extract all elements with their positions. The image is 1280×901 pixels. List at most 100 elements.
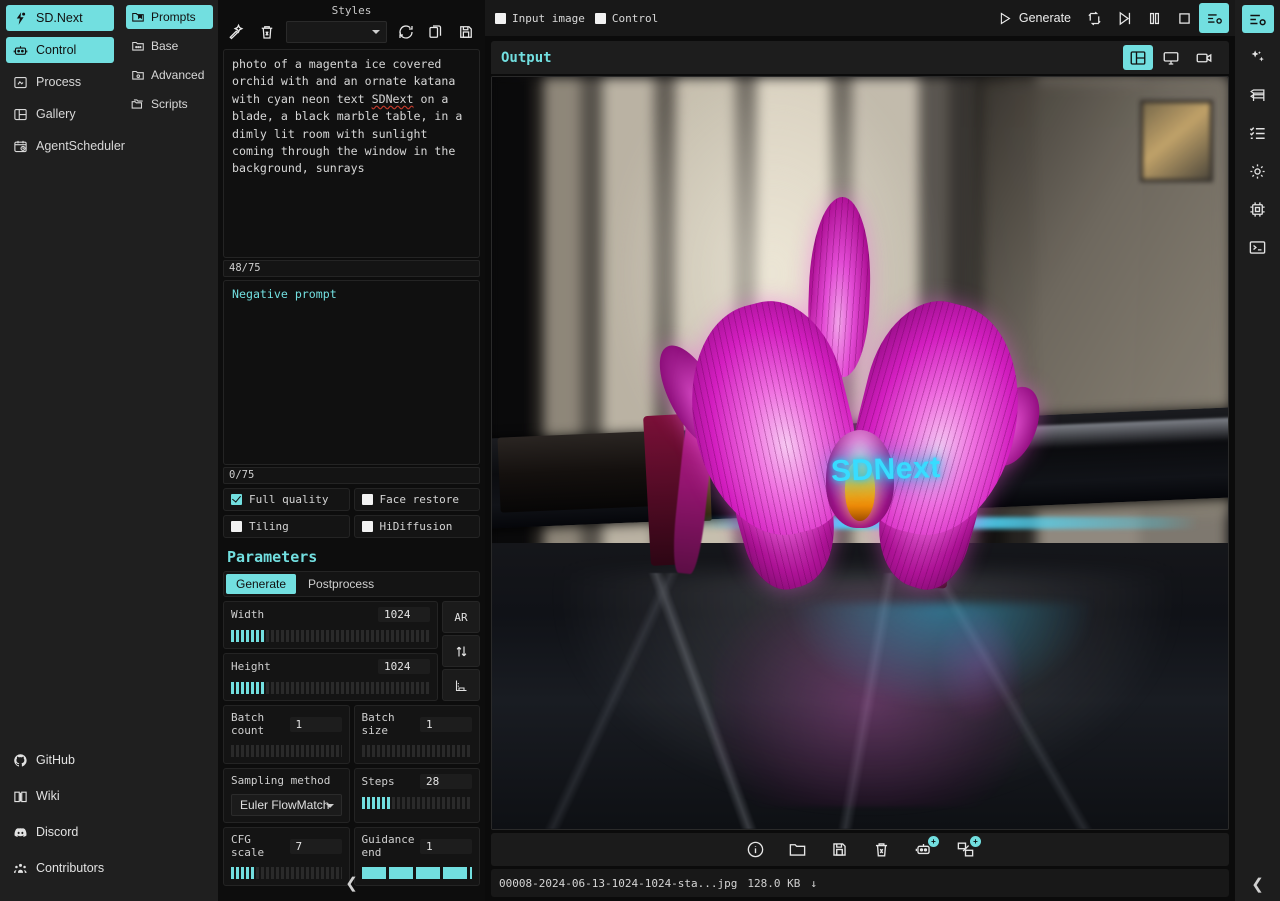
slider-steps[interactable]: Steps 28: [353, 768, 480, 823]
slider-batch-count[interactable]: Batch count 1: [223, 705, 350, 764]
copy-icon[interactable]: [425, 21, 447, 43]
rail-extras-button[interactable]: [1242, 43, 1274, 71]
magic-wand-icon[interactable]: [226, 21, 248, 43]
save-icon: [830, 840, 849, 859]
slider-value[interactable]: 1024: [378, 659, 430, 674]
rail-checklist-button[interactable]: [1242, 119, 1274, 147]
rail-console-button[interactable]: [1242, 233, 1274, 261]
slider-width[interactable]: Width 1024: [223, 601, 438, 649]
calendar-clock-icon: [12, 138, 28, 154]
checkbox-tiling[interactable]: Tiling: [223, 515, 350, 538]
checkbox-hidiffusion[interactable]: HiDiffusion: [353, 515, 480, 538]
subnav-item-prompts[interactable]: Prompts: [126, 5, 213, 29]
trash-icon[interactable]: [256, 21, 278, 43]
output-file-name[interactable]: 00008-2024-06-13-1024-1024-sta...jpg: [499, 877, 737, 890]
subnav-item-scripts[interactable]: Scripts: [126, 92, 213, 116]
aspect-ratio-button[interactable]: AR: [442, 601, 480, 633]
subnav-item-label: Base: [151, 39, 179, 53]
slider-track[interactable]: [231, 630, 430, 642]
skip-icon: [1116, 10, 1133, 27]
slider-batch-size[interactable]: Batch size 1: [353, 705, 480, 764]
image-info-button[interactable]: [744, 839, 766, 861]
send-to-control-button[interactable]: +: [912, 835, 939, 861]
settings-sliders-icon: [1206, 10, 1223, 27]
save-icon[interactable]: [455, 21, 477, 43]
slider-value[interactable]: 1: [420, 838, 472, 854]
sidebar-item-gallery[interactable]: Gallery: [6, 101, 114, 127]
subnav-item-base[interactable]: Base: [126, 34, 213, 58]
swap-arrows-icon: [454, 644, 469, 659]
pause-button[interactable]: [1139, 3, 1169, 33]
checkbox-input-image[interactable]: Input image: [495, 12, 585, 25]
collapse-right-panel-button[interactable]: ❮: [1235, 875, 1280, 893]
checkbox-face-restore[interactable]: Face restore: [353, 488, 480, 511]
image-delete-button[interactable]: [870, 839, 892, 861]
rail-models-button[interactable]: [1242, 81, 1274, 109]
sidebar-item-label: Gallery: [36, 107, 76, 121]
gallery-icon: [12, 106, 28, 122]
gear-icon: [1248, 162, 1267, 181]
collapse-left-panel-button[interactable]: ❮: [218, 865, 485, 901]
image-save-button[interactable]: [828, 839, 850, 861]
left-sidebar: SD.Next Control Process Gallery AgentSch…: [0, 0, 125, 901]
tab-postprocess[interactable]: Postprocess: [298, 574, 384, 594]
checkbox-label: Control: [611, 11, 659, 25]
sidebar-item-contributors[interactable]: Contributors: [6, 855, 114, 881]
sidebar-item-process[interactable]: Process: [6, 69, 114, 95]
reprocess-button[interactable]: [1079, 3, 1109, 33]
slider-track[interactable]: [231, 682, 430, 694]
output-header: Output: [491, 41, 1229, 74]
subnav-item-advanced[interactable]: Advanced: [126, 63, 213, 87]
slider-label: Guidance end: [361, 833, 415, 859]
checkbox-control[interactable]: Control: [594, 11, 659, 25]
sidebar-item-wiki[interactable]: Wiki: [6, 783, 114, 809]
prompt-token-counter: 48/75: [223, 260, 480, 277]
resolution-preset-button[interactable]: [442, 669, 480, 701]
slider-track[interactable]: [231, 745, 342, 757]
rail-settings-sliders-button[interactable]: [1241, 5, 1274, 33]
sidebar-item-agentscheduler[interactable]: AgentScheduler: [6, 133, 125, 159]
styles-select[interactable]: [286, 21, 387, 43]
checkbox-full-quality[interactable]: Full quality: [223, 488, 350, 511]
output-image-canvas[interactable]: SDNext: [491, 76, 1229, 830]
prompt-input[interactable]: photo of a magenta ice covered orchid wi…: [223, 49, 480, 258]
rail-settings-button[interactable]: [1242, 157, 1274, 185]
slider-value[interactable]: 28: [420, 774, 472, 789]
sampling-method-field[interactable]: Sampling method Euler FlowMatch: [223, 768, 350, 823]
slider-value[interactable]: 1: [420, 716, 472, 732]
send-to-process-button[interactable]: +: [954, 835, 981, 861]
video-view-button[interactable]: [1189, 45, 1219, 70]
main-area: Input image Control Generate Output SDNe…: [485, 0, 1235, 901]
slider-value[interactable]: 1: [289, 716, 342, 732]
brand-sdnext[interactable]: SD.Next: [6, 5, 114, 31]
slider-track[interactable]: [361, 797, 472, 809]
image-folder-button[interactable]: [786, 839, 808, 861]
gallery-view-button[interactable]: [1123, 45, 1153, 70]
chevron-left-icon: ❮: [1251, 876, 1264, 893]
generate-button[interactable]: Generate: [989, 11, 1079, 26]
tab-generate[interactable]: Generate: [226, 574, 297, 594]
negative-prompt-input[interactable]: Negative prompt: [223, 280, 480, 465]
sidebar-item-discord[interactable]: Discord: [6, 819, 114, 845]
monitor-view-button[interactable]: [1156, 45, 1186, 70]
slider-height[interactable]: Height 1024: [223, 653, 438, 701]
checkbox-label: Face restore: [379, 493, 459, 506]
slider-value[interactable]: 1024: [378, 607, 430, 622]
slider-track[interactable]: [361, 745, 472, 757]
sidebar-item-github[interactable]: GitHub: [6, 747, 114, 773]
download-arrow-icon[interactable]: ↓: [810, 877, 817, 890]
sampling-method-select[interactable]: Euler FlowMatch: [231, 794, 342, 816]
slider-value[interactable]: 7: [289, 838, 342, 854]
stop-button[interactable]: [1169, 3, 1199, 33]
prompt-toolbar: [222, 19, 481, 49]
right-sidebar: ❮: [1235, 0, 1280, 901]
skip-button[interactable]: [1109, 3, 1139, 33]
sidebar-item-control[interactable]: Control: [6, 37, 114, 63]
swap-dimensions-button[interactable]: [442, 635, 480, 667]
slider-label: Batch size: [361, 711, 395, 737]
refresh-icon[interactable]: [395, 21, 417, 43]
rail-system-button[interactable]: [1242, 195, 1274, 223]
settings-sliders-button[interactable]: [1199, 3, 1229, 33]
discord-icon: [12, 824, 28, 840]
book-icon: [12, 788, 28, 804]
